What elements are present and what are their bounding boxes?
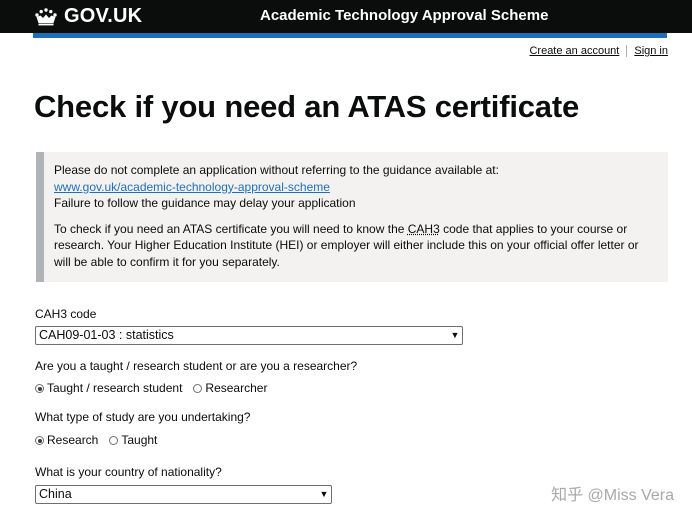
cah3-explanation: To check if you need an ATAS certificate…: [54, 221, 656, 271]
sign-in-link[interactable]: Sign in: [634, 45, 668, 57]
guidance-line-1: Please do not complete an application wi…: [54, 163, 499, 177]
radio-option-research[interactable]: Research: [35, 433, 98, 448]
header-blue-bar: [33, 33, 667, 38]
radio-button-selected[interactable]: [35, 436, 44, 445]
site-header: GOV.UK Academic Technology Approval Sche…: [0, 0, 692, 33]
cah3-label: CAH3 code: [35, 307, 97, 321]
logo-text: GOV.UK: [64, 5, 143, 27]
study-type-radio-group: Research Taught: [35, 433, 168, 448]
govuk-logo-link[interactable]: GOV.UK: [34, 4, 142, 28]
nationality-selected-value: China: [39, 487, 72, 501]
radio-button[interactable]: [193, 384, 203, 393]
radio-button[interactable]: [109, 436, 119, 445]
cah3-abbreviation[interactable]: CAH3: [408, 222, 440, 236]
radio-label: Taught / research student: [47, 381, 183, 395]
radio-label: Taught: [121, 433, 158, 447]
student-type-radio-group: Taught / research student Researcher: [35, 381, 278, 396]
page-title: Check if you need an ATAS certificate: [34, 89, 579, 124]
create-account-link[interactable]: Create an account: [529, 45, 619, 57]
student-type-question: Are you a taught / research student or a…: [35, 359, 358, 373]
watermark: 知乎 @Miss Vera: [551, 487, 674, 504]
cah3-selected-value: CAH09-01-03 : statistics: [39, 328, 174, 342]
radio-option-taught[interactable]: Taught: [109, 433, 157, 448]
radio-button-selected[interactable]: [35, 384, 44, 393]
nav-separator: [626, 45, 628, 57]
radio-option-researcher[interactable]: Researcher: [193, 381, 267, 396]
account-nav: Create an account Sign in: [529, 45, 668, 57]
study-type-question: What type of study are you undertaking?: [35, 410, 251, 424]
radio-label: Research: [47, 433, 99, 447]
guidance-line-3: Failure to follow the guidance may delay…: [54, 196, 356, 210]
cah3-text-before: To check if you need an ATAS certificate…: [54, 221, 408, 236]
cah3-select[interactable]: CAH09-01-03 : statistics ▼: [35, 326, 463, 345]
nationality-label: What is your country of nationality?: [35, 465, 222, 479]
radio-label: Researcher: [205, 381, 268, 395]
nationality-select[interactable]: China ▼: [35, 485, 332, 504]
guidance-inset: Please do not complete an application wi…: [36, 152, 668, 282]
chevron-down-icon: ▼: [319, 489, 329, 499]
crown-icon: [35, 8, 57, 26]
guidance-link[interactable]: www.gov.uk/academic-technology-approval-…: [54, 180, 330, 194]
service-name-link[interactable]: Academic Technology Approval Scheme: [260, 7, 548, 25]
chevron-down-icon: ▼: [450, 330, 460, 340]
radio-option-taught-research-student[interactable]: Taught / research student: [35, 381, 182, 396]
